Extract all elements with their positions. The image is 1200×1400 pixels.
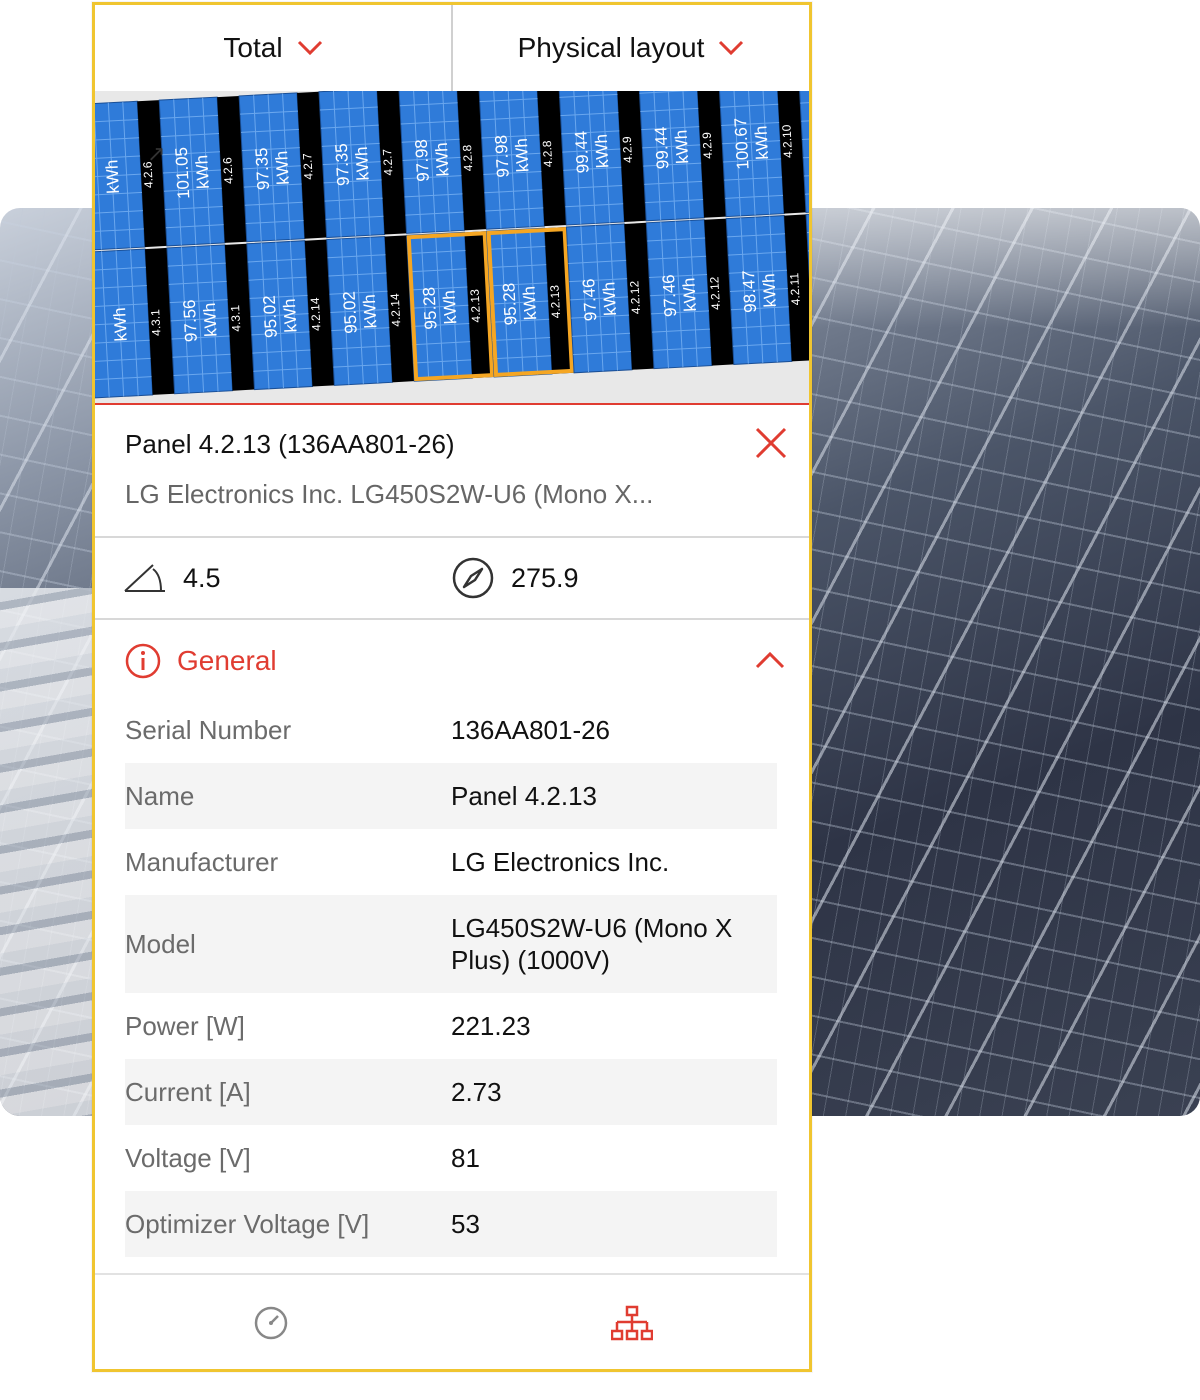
property-label: Name (125, 780, 195, 811)
property-row: Serial Number 136AA801-26 (125, 697, 777, 763)
chevron-down-icon (297, 40, 322, 56)
panel-subtitle: LG Electronics Inc. LG450S2W-U6 (Mono X.… (125, 479, 654, 509)
string-id-label: 4.2.7 (380, 148, 395, 176)
property-value: LG450S2W-U6 (Mono X Plus) (1000V) (451, 913, 733, 975)
property-label: Power [W] (125, 1010, 245, 1041)
property-row: Optimizer Voltage [V] 53 (125, 1191, 777, 1257)
general-section-title: General (177, 645, 277, 676)
string-id-label: 4.2.10 (779, 124, 795, 158)
property-value: Panel 4.2.13 (451, 781, 598, 811)
panel-layout-svg[interactable]: kWh 4.2.6 101.05kWh 4.2.6 97.35kWh 4.2.7 97.35… (95, 91, 809, 403)
property-value: 81 (451, 1143, 480, 1173)
azimuth-value: 275.9 (511, 562, 579, 593)
physical-layout-map[interactable]: kWh 4.2.6 101.05kWh 4.2.6 97.35kWh 4.2.7 97.35… (95, 91, 809, 405)
panel-energy-label: 97.98kWh (492, 133, 533, 178)
info-icon (125, 643, 161, 679)
string-id-label: 4.2.9 (700, 131, 715, 159)
string-id-label: 4.2.12 (707, 276, 723, 310)
panel-energy-label: 95.02kWh (339, 290, 380, 335)
panel-detail-card: Total Physical layout kWh 4.2.6 101.05kWh 4… (92, 2, 812, 1372)
panel-energy-label: 97.35kWh (332, 142, 373, 187)
bottom-navigation (95, 1273, 809, 1369)
property-label: Serial Number (125, 714, 292, 745)
panel-header: Panel 4.2.13 (136AA801-26) LG Electronic… (95, 405, 809, 538)
property-row: Voltage [V] 81 (125, 1125, 777, 1191)
string-id-label: 4.2.8 (540, 140, 555, 168)
string-id-label: 4.2.6 (220, 157, 235, 185)
property-value: 53 (451, 1209, 480, 1239)
panel-energy-label: 95.02kWh (260, 294, 301, 339)
property-label: Current [A] (125, 1076, 251, 1107)
property-row: Current [A] 2.73 (125, 1059, 777, 1125)
string-id-label: 4.2.14 (308, 297, 324, 331)
close-icon[interactable] (753, 425, 789, 461)
string-id-label: 4.2.7 (300, 152, 315, 180)
property-value: 136AA801-26 (451, 715, 611, 745)
property-row: Manufacturer LG Electronics Inc. (125, 829, 777, 895)
tilt-metric: 4.5 (123, 538, 221, 618)
panel-energy-label: 97.35kWh (252, 146, 293, 191)
panel-energy-label: 97.46kWh (579, 277, 620, 322)
string-id-label: 4.2.13 (468, 289, 484, 323)
panel-energy-label: kWh (110, 307, 131, 342)
property-label: Manufacturer (125, 846, 279, 877)
panel-energy-label: 97.46kWh (659, 273, 700, 318)
property-row: Model LG450S2W-U6 (Mono X Plus) (1000V) (125, 895, 777, 993)
gauge-icon[interactable] (253, 1305, 289, 1341)
photo-roof-rail (0, 588, 95, 1116)
general-section-header[interactable]: General (95, 619, 809, 709)
panel-energy-label: kWh (102, 159, 123, 194)
hierarchy-icon[interactable] (611, 1305, 653, 1343)
property-label: Voltage [V] (125, 1142, 251, 1173)
property-label: Optimizer Voltage [V] (125, 1208, 370, 1239)
panel-energy-label: 99.44kWh (651, 125, 692, 170)
property-value: 2.73 (451, 1077, 502, 1107)
property-label: Model (125, 928, 196, 959)
photo-sky-glare (810, 208, 1200, 328)
chevron-up-icon[interactable] (755, 651, 785, 669)
panel-energy-label: 95.28kWh (419, 285, 460, 330)
property-value: 221.23 (451, 1011, 531, 1041)
string-id-label: 4.2.12 (627, 280, 643, 314)
string-id-label: 4.2.8 (460, 144, 475, 172)
property-row: Name Panel 4.2.13 (125, 763, 777, 829)
panel-energy-label: 98.47kWh (739, 269, 780, 314)
string-id-label: 4.3.1 (148, 309, 163, 337)
tilt-angle-icon (124, 564, 165, 592)
general-properties-table: Serial Number 136AA801-26 Name Panel 4.2.13… (125, 697, 777, 1257)
view-dropdown-label: Physical layout (517, 32, 705, 63)
tilt-value: 4.5 (183, 562, 221, 593)
property-row: Power [W] 221.23 (125, 993, 777, 1059)
north-arrow-icon: ↗ (147, 141, 165, 166)
panel-energy-label: 97.56kWh (180, 298, 221, 343)
panel-energy-label: 97.98kWh (412, 138, 453, 183)
chevron-down-icon (719, 40, 744, 56)
panel-energy-label: 95.28kWh (499, 281, 540, 326)
panel-metrics: 4.5 275.9 (95, 538, 809, 620)
string-id-label: 4.2.14 (388, 293, 404, 327)
string-id-label: 4.2.13 (547, 284, 563, 318)
string-id-label: 4.2.11 (787, 272, 803, 305)
string-id-label: 4.3.1 (228, 304, 243, 332)
view-dropdown[interactable]: Physical layout (451, 5, 809, 91)
panel-energy-label: 99.44kWh (571, 129, 612, 174)
panel-title: Panel 4.2.13 (136AA801-26) (125, 429, 455, 459)
property-value: LG Electronics Inc. (451, 847, 670, 877)
string-id-label: 4.2.9 (620, 136, 635, 164)
period-dropdown[interactable]: Total (95, 5, 451, 91)
period-dropdown-label: Total (223, 32, 283, 63)
azimuth-metric: 275.9 (451, 538, 579, 618)
compass-icon (452, 557, 494, 599)
panel-grid: kWh 4.2.6 101.05kWh 4.2.6 97.35kWh 4.2.7 97.35… (95, 91, 809, 399)
top-toolbar: Total Physical layout (95, 5, 809, 92)
